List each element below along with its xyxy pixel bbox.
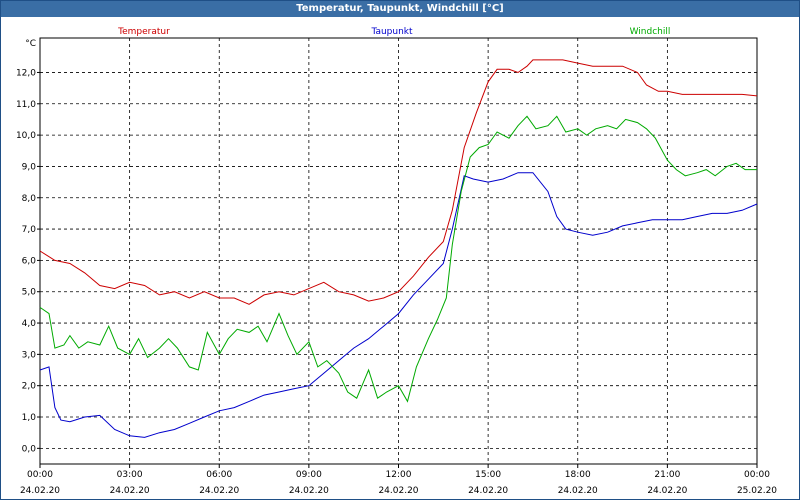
- x-tick-date: 24.02.20: [199, 486, 239, 496]
- chart-svg: 0,0 1,0 2,0 3,0 4,0 5,0 6,0 7,0 8,0 9,0 10,0 11,0 12…: [16, 27, 777, 496]
- x-tick-time: 03:00: [117, 470, 143, 480]
- y-tick-label: 7,0: [22, 225, 37, 235]
- legend-temperatur: Temperatur: [117, 27, 170, 37]
- x-tick-date: 24.02.20: [468, 486, 508, 496]
- x-axis: 00:00 24.02.20 03:00 24.02.20 06:00 24.02.20 0…: [20, 464, 777, 496]
- y-tick-label: 10,0: [16, 131, 36, 141]
- x-tick-time: 00:00: [27, 470, 53, 480]
- x-tick-time: 21:00: [654, 470, 680, 480]
- y-axis: 0,0 1,0 2,0 3,0 4,0 5,0 6,0 7,0 8,0 9,0 10,0 11,0 12…: [16, 39, 40, 454]
- x-tick-time: 18:00: [565, 470, 591, 480]
- y-tick-label: 4,0: [22, 319, 37, 329]
- x-tick-date: 25.02.20: [737, 486, 777, 496]
- y-tick-label: 3,0: [22, 350, 37, 360]
- legend-taupunkt: Taupunkt: [370, 27, 413, 37]
- x-tick-time: 06:00: [206, 470, 232, 480]
- y-axis-unit: °C: [25, 39, 36, 49]
- x-tick-time: 12:00: [386, 470, 412, 480]
- x-tick-time: 09:00: [296, 470, 322, 480]
- x-tick-time: 15:00: [475, 470, 501, 480]
- x-tick-date: 24.02.20: [378, 486, 418, 496]
- x-tick-date: 24.02.20: [558, 486, 598, 496]
- y-tick-label: 5,0: [22, 288, 37, 298]
- x-tick-date: 24.02.20: [647, 486, 687, 496]
- legend-windchill: Windchill: [630, 27, 671, 37]
- grid: [40, 38, 757, 464]
- y-tick-label: 12,0: [16, 68, 36, 78]
- y-tick-label: 8,0: [22, 194, 37, 204]
- y-tick-label: 6,0: [22, 256, 37, 266]
- y-tick-label: 11,0: [16, 100, 36, 110]
- legend: Temperatur Taupunkt Windchill: [117, 27, 670, 37]
- y-tick-label: 1,0: [22, 413, 37, 423]
- x-tick-date: 24.02.20: [20, 486, 60, 496]
- x-tick-date: 24.02.20: [110, 486, 150, 496]
- y-tick-label: 2,0: [22, 382, 37, 392]
- y-tick-label: 0,0: [22, 444, 37, 454]
- x-tick-time: 00:00: [744, 470, 770, 480]
- y-tick-label: 9,0: [22, 162, 37, 172]
- x-tick-date: 24.02.20: [289, 486, 329, 496]
